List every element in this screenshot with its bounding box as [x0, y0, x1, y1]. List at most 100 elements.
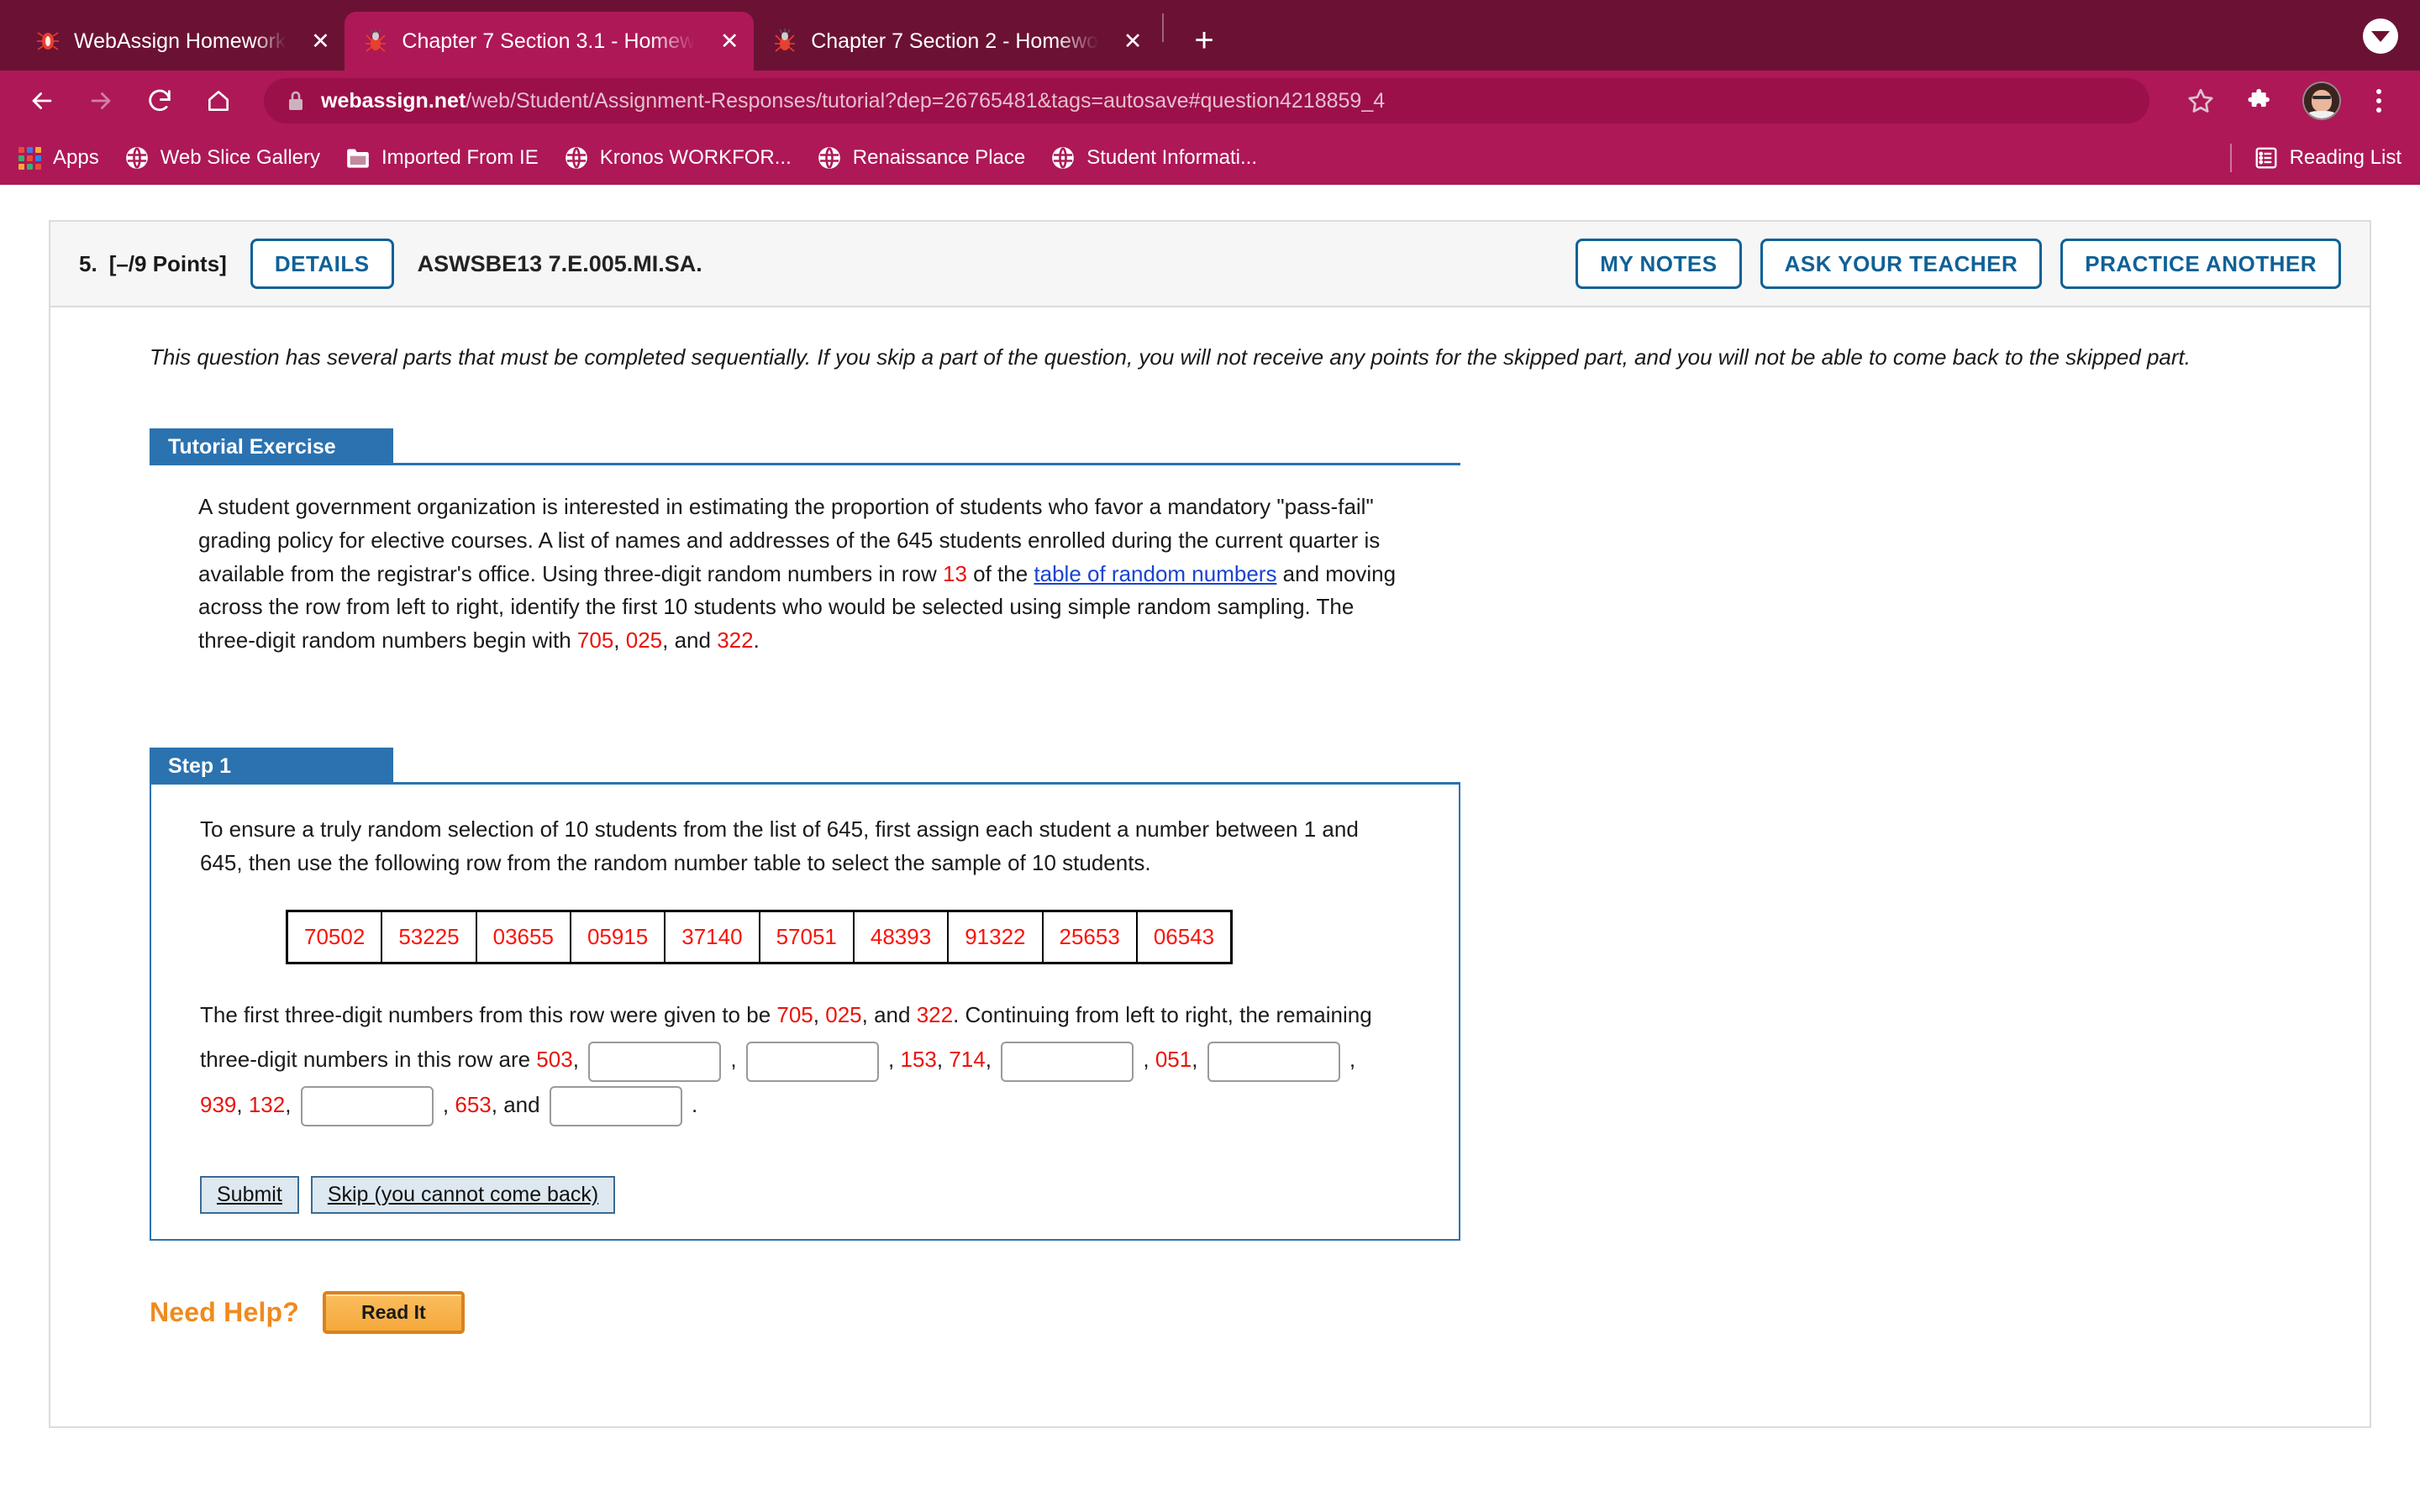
step-1-section: Step 1 To ensure a truly random selectio…	[150, 748, 2370, 1241]
skip-button[interactable]: Skip (you cannot come back)	[310, 1175, 616, 1214]
question-body: This question has several parts that mus…	[50, 307, 2370, 1334]
known-051: 051	[1155, 1047, 1192, 1073]
known-653: 653	[455, 1091, 492, 1117]
given-025: 025	[825, 1002, 862, 1028]
browser-tab-title: Chapter 7 Section 2 - Homewo	[811, 29, 1099, 53]
bookmark-student-information[interactable]: Student Informati...	[1050, 145, 1257, 171]
new-tab-button[interactable]: +	[1181, 17, 1228, 64]
chrome-menu-icon[interactable]	[2356, 78, 2402, 123]
address-bar[interactable]: webassign.net/web/Student/Assignment-Res…	[264, 78, 2149, 123]
bookmark-imported-from-ie[interactable]: Imported From IE	[345, 145, 539, 171]
tutorial-seed-2: 025	[625, 627, 663, 653]
globe-icon	[564, 145, 589, 171]
step-1-rule	[393, 782, 1460, 785]
bookmark-label: Renaissance Place	[852, 146, 1026, 169]
tab-search-chevron-down-icon[interactable]	[2363, 18, 2398, 54]
browser-tab-0[interactable]: WebAssign Homework ✕	[17, 12, 345, 71]
browser-window: WebAssign Homework ✕ Chapter 7 Section 3…	[0, 0, 2420, 1512]
bookmark-renaissance-place[interactable]: Renaissance Place	[817, 145, 1025, 171]
read-it-button[interactable]: Read It	[323, 1290, 465, 1334]
tab-close-icon[interactable]: ✕	[1120, 29, 1145, 55]
extensions-puzzle-icon[interactable]	[2238, 78, 2284, 123]
bookmark-label: Imported From IE	[381, 146, 539, 169]
random-number-cell-1: 53225	[381, 910, 477, 964]
table-of-random-numbers-link[interactable]: table of random numbers	[1034, 561, 1276, 586]
bookmark-web-slice-gallery[interactable]: Web Slice Gallery	[124, 145, 320, 171]
known-153: 153	[900, 1047, 937, 1073]
reload-icon[interactable]	[136, 77, 183, 124]
browser-tab-title: Chapter 7 Section 3.1 - Homew	[402, 29, 696, 53]
forward-icon[interactable]	[77, 77, 124, 124]
bookmarks-bar: Apps Web Slice Gallery Imported From IE …	[0, 131, 2420, 185]
webassign-spider-icon	[363, 29, 388, 54]
answer-blank-3[interactable]	[1001, 1041, 1134, 1082]
submit-button[interactable]: Submit	[200, 1175, 299, 1214]
tab-close-icon[interactable]: ✕	[717, 29, 742, 55]
answer-blank-5[interactable]	[300, 1085, 434, 1126]
practice-another-button[interactable]: PRACTICE ANOTHER	[2060, 239, 2341, 289]
random-number-cell-5: 57051	[758, 910, 855, 964]
random-number-cell-9: 06543	[1135, 910, 1233, 964]
home-icon[interactable]	[195, 77, 242, 124]
tutorial-exercise-rule	[393, 463, 1460, 466]
bookmark-label: Apps	[53, 146, 99, 169]
tab-strip: WebAssign Homework ✕ Chapter 7 Section 3…	[0, 0, 2420, 71]
tab-close-icon[interactable]: ✕	[308, 29, 333, 55]
url-domain: webassign.net	[321, 88, 466, 113]
answer-blank-1[interactable]	[588, 1041, 722, 1082]
details-button[interactable]: DETAILS	[250, 239, 394, 289]
bookmarks-divider	[2229, 144, 2232, 172]
profile-avatar[interactable]	[2302, 81, 2341, 120]
question-header: 5. [–/9 Points] DETAILS ASWSBE13 7.E.005…	[50, 222, 2370, 307]
answer-blank-4[interactable]	[1207, 1041, 1340, 1082]
globe-icon	[124, 145, 150, 171]
tab-divider	[1162, 13, 1165, 42]
page-content: 5. [–/9 Points] DETAILS ASWSBE13 7.E.005…	[0, 185, 2420, 1512]
step-1-action-row: Submit Skip (you cannot come back)	[151, 1127, 1459, 1214]
ask-your-teacher-button[interactable]: ASK YOUR TEACHER	[1760, 239, 2043, 289]
reading-list-button[interactable]: Reading List	[2254, 145, 2402, 171]
back-icon[interactable]	[18, 77, 66, 124]
known-503: 503	[536, 1047, 573, 1073]
bookmark-apps[interactable]: Apps	[17, 145, 99, 171]
random-number-cell-2: 03655	[475, 910, 571, 964]
random-number-cell-0: 70502	[286, 910, 383, 964]
browser-toolbar: webassign.net/web/Student/Assignment-Res…	[0, 71, 2420, 131]
reading-list-label: Reading List	[2289, 146, 2402, 169]
browser-tab-1[interactable]: Chapter 7 Section 3.1 - Homew ✕	[345, 12, 755, 71]
given-322: 322	[916, 1002, 954, 1028]
my-notes-button[interactable]: MY NOTES	[1576, 239, 1742, 289]
tutorial-exercise-header: Tutorial Exercise	[150, 428, 1460, 466]
globe-icon	[817, 145, 842, 171]
bookmark-star-icon[interactable]	[2178, 78, 2223, 123]
fill-text-1: The first three-digit numbers from this …	[200, 1002, 777, 1028]
tutorial-text-end: .	[753, 627, 760, 653]
known-132: 132	[248, 1091, 286, 1117]
browser-tab-2[interactable]: Chapter 7 Section 2 - Homewo ✕	[754, 12, 1157, 71]
bookmark-label: Web Slice Gallery	[160, 146, 320, 169]
tutorial-text-2: of the	[966, 560, 1034, 586]
tutorial-seed-3: 322	[717, 627, 754, 653]
need-help-label: Need Help?	[150, 1296, 300, 1327]
question-number: 5.	[79, 250, 97, 276]
webassign-spider-icon	[772, 29, 797, 54]
random-number-cell-3: 05915	[569, 910, 666, 964]
tutorial-row-number: 13	[942, 560, 967, 586]
answer-blank-2[interactable]	[745, 1041, 879, 1082]
reading-list-icon	[2254, 145, 2279, 171]
bookmark-kronos-workforce[interactable]: Kronos WORKFOR...	[564, 145, 792, 171]
bookmark-label: Kronos WORKFOR...	[599, 146, 792, 169]
bookmark-label: Student Informati...	[1086, 146, 1257, 169]
step-1-heading: Step 1	[150, 748, 393, 785]
webassign-spider-icon	[35, 29, 60, 54]
random-number-cell-6: 48393	[852, 910, 950, 964]
step-1-instructions: To ensure a truly random selection of 10…	[200, 816, 1359, 875]
answer-blank-6[interactable]	[549, 1085, 682, 1126]
known-939: 939	[200, 1091, 237, 1117]
tutorial-exercise-heading: Tutorial Exercise	[150, 428, 393, 466]
globe-icon	[1050, 145, 1076, 171]
tutorial-seed-sep-2: , and	[662, 627, 718, 653]
folder-icon	[345, 145, 371, 171]
question-points: [–/9 Points]	[108, 250, 227, 276]
random-number-cell-7: 91322	[947, 910, 1044, 964]
